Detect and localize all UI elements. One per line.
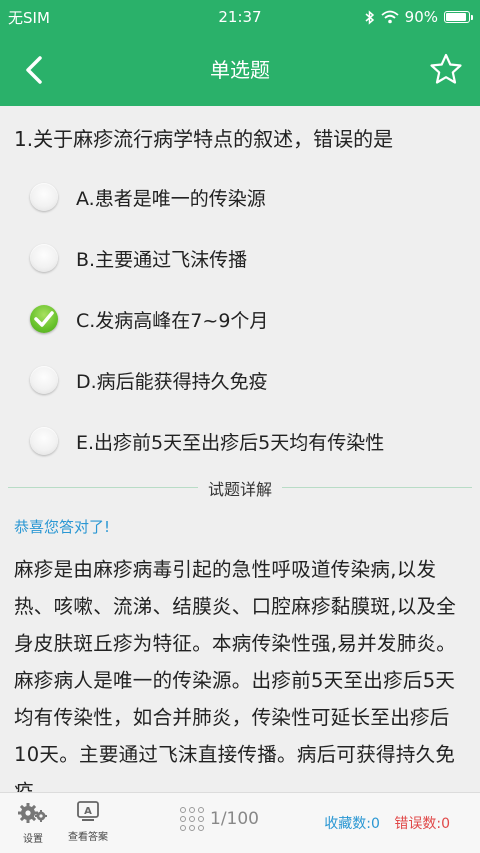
explanation-text: 麻疹是由麻疹病毒引起的急性呼吸道传染病,以发热、咳嗽、流涕、结膜炎、口腔麻疹黏膜… <box>14 558 457 793</box>
page-counter: 1/100 <box>210 809 259 829</box>
option-label: D.病后能获得持久免疫 <box>76 370 268 393</box>
view-answer-label: 查看答案 <box>68 832 108 843</box>
status-right: 90% <box>365 8 473 26</box>
wifi-icon <box>381 10 399 24</box>
battery-percent: 90% <box>404 8 438 26</box>
radio-unchecked-icon[interactable] <box>30 183 58 211</box>
page-title: 单选题 <box>210 58 270 82</box>
errors-count[interactable]: 错误数:0 <box>394 816 450 832</box>
nav-bar: 单选题 <box>0 34 480 106</box>
bottom-toolbar: 设置 A 查看答案 1/100 收藏数:0 错误数:0 <box>0 792 480 853</box>
svg-text:A: A <box>84 806 92 817</box>
radio-unchecked-icon[interactable] <box>30 427 58 455</box>
option-label: C.发病高峰在7~9个月 <box>76 309 269 332</box>
option-a[interactable]: A.患者是唯一的传染源 <box>0 167 480 227</box>
grid-dots-icon <box>180 807 204 831</box>
favorite-star-icon[interactable] <box>428 52 464 88</box>
option-c[interactable]: C.发病高峰在7~9个月 <box>0 289 480 349</box>
option-label: E.出疹前5天至出疹后5天均有传染性 <box>76 431 385 454</box>
view-answer-button[interactable]: A 查看答案 <box>68 801 108 843</box>
option-b[interactable]: B.主要通过飞沫传播 <box>0 228 480 288</box>
option-label: A.患者是唯一的传染源 <box>76 187 266 210</box>
answer-card-icon: A <box>77 801 99 821</box>
option-label: B.主要通过飞沫传播 <box>76 248 248 271</box>
settings-label: 设置 <box>23 834 43 845</box>
question-pager[interactable]: 1/100 <box>180 807 259 831</box>
favorites-count[interactable]: 收藏数:0 <box>324 816 380 832</box>
radio-unchecked-icon[interactable] <box>30 366 58 394</box>
detail-header: 试题详解 <box>0 476 480 500</box>
battery-icon <box>444 11 473 23</box>
bluetooth-icon <box>365 9 374 25</box>
status-bar: 无SIM 21:37 90% <box>0 0 480 34</box>
detail-header-text: 试题详解 <box>197 480 282 499</box>
gear-icon <box>18 803 47 823</box>
option-e[interactable]: E.出疹前5天至出疹后5天均有传染性 <box>0 411 480 471</box>
option-d[interactable]: D.病后能获得持久免疫 <box>0 350 480 410</box>
stats: 收藏数:0 错误数:0 <box>324 813 450 833</box>
check-circle-icon[interactable] <box>30 305 58 333</box>
radio-unchecked-icon[interactable] <box>30 244 58 272</box>
settings-button[interactable]: 设置 <box>16 801 50 845</box>
question-text: 1.关于麻疹流行病学特点的叙述，错误的是 <box>14 127 394 151</box>
result-message: 恭喜您答对了! <box>14 518 111 536</box>
